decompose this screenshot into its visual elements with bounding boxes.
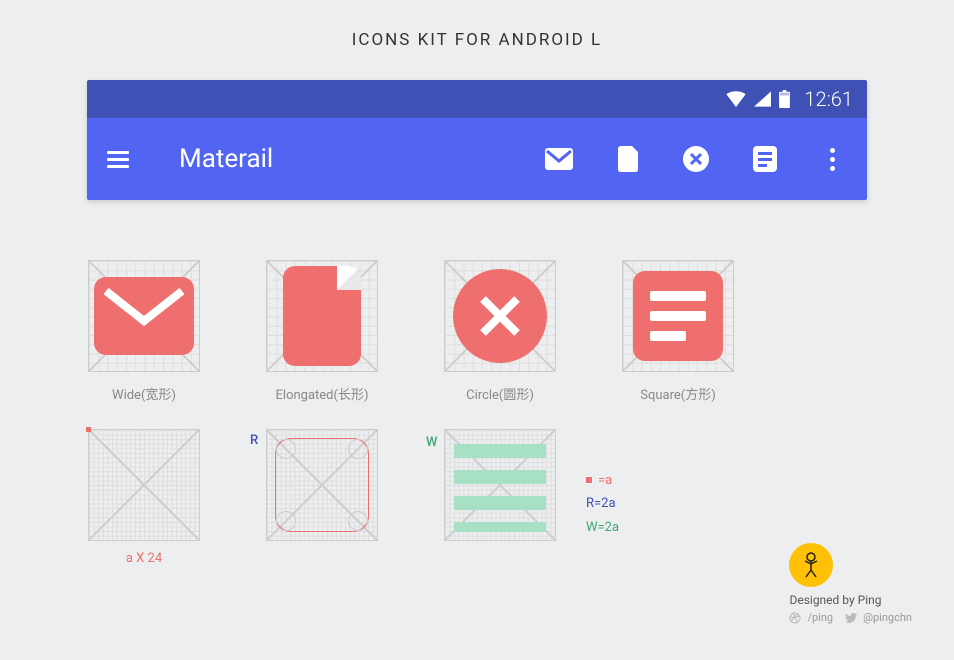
app-bar: Materail	[87, 118, 867, 200]
close-circle-icon[interactable]	[683, 146, 709, 172]
elongated-file-icon	[283, 266, 361, 366]
specimen-label: Circle(圆形)	[444, 384, 556, 403]
credit-block: Designed by Ping /ping @pingchn	[789, 543, 912, 624]
android-bar: 12:61 Materail	[87, 80, 867, 200]
dribbble-icon	[789, 612, 801, 624]
unit-grid	[88, 429, 200, 541]
radius-grid	[266, 429, 378, 541]
legend: =a R=2a W=2a	[586, 469, 619, 539]
w-marker: W	[426, 435, 437, 450]
legend-r: R=2a	[586, 492, 619, 515]
specimen-wide: Wide(宽形)	[88, 260, 200, 403]
circle-close-icon	[453, 269, 547, 363]
twitter-handle[interactable]: @pingchn	[863, 611, 912, 624]
square-list-icon	[633, 271, 723, 361]
overflow-icon[interactable]	[821, 148, 843, 171]
app-title: Materail	[179, 144, 273, 174]
credit-name: Designed by Ping	[789, 593, 912, 607]
icon-specimens: Wide(宽形) Elongated(长形) Circle(圆形)	[88, 260, 954, 403]
specimen-label: Wide(宽形)	[88, 384, 200, 403]
legend-a: =a	[586, 469, 619, 492]
wifi-icon	[726, 91, 746, 107]
specimen-square: Square(方形)	[622, 260, 734, 403]
specimen-circle: Circle(圆形)	[444, 260, 556, 403]
list-document-icon[interactable]	[753, 146, 777, 172]
signal-icon	[754, 91, 771, 107]
twitter-icon	[845, 613, 857, 623]
specimen-label: Square(方形)	[622, 384, 734, 403]
grid-dimension-label: a X 24	[88, 551, 200, 566]
r-marker: R	[250, 433, 258, 448]
specimen-label: Elongated(长形)	[266, 384, 378, 403]
legend-w: W=2a	[586, 516, 619, 539]
dribbble-handle[interactable]: /ping	[807, 611, 833, 624]
status-bar: 12:61	[87, 80, 867, 118]
hamburger-icon[interactable]	[107, 151, 129, 168]
battery-icon	[779, 90, 790, 108]
page-title: ICONS KIT FOR ANDROID L	[0, 0, 954, 50]
width-grid	[444, 429, 556, 541]
avatar	[789, 543, 833, 587]
unit-a-marker	[86, 427, 91, 432]
mail-icon[interactable]	[545, 148, 573, 170]
wide-mail-icon	[94, 277, 194, 355]
specimen-elongated: Elongated(长形)	[266, 260, 378, 403]
status-time: 12:61	[804, 87, 853, 111]
file-icon[interactable]	[617, 146, 639, 172]
